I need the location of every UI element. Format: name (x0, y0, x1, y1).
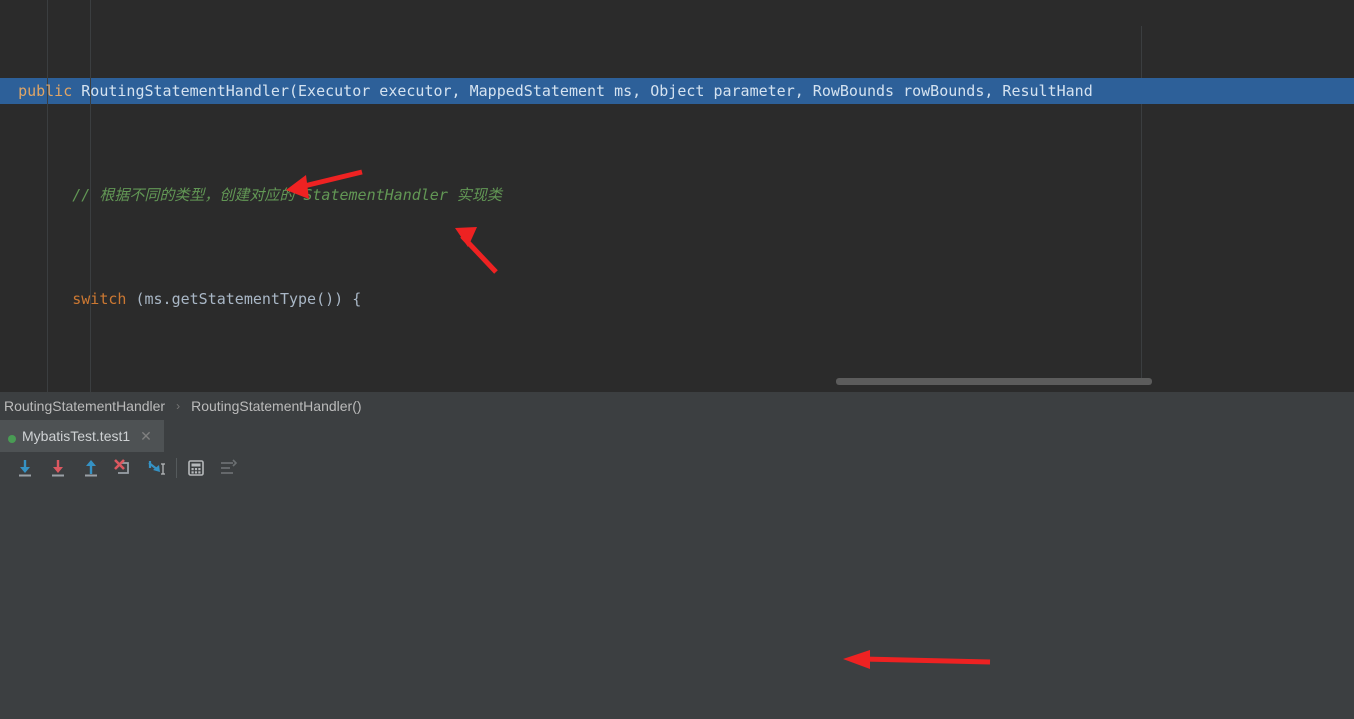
close-icon[interactable]: ✕ (140, 428, 152, 445)
constructor-params: (Executor executor, MappedStatement ms, … (289, 82, 1093, 100)
breadcrumb: RoutingStatementHandler › RoutingStateme… (0, 392, 1354, 420)
code-editor[interactable]: public RoutingStatementHandler(Executor … (0, 0, 1354, 392)
line-comment: // 根据不同的类型，创建对应的 StatementHandler 实现类 (72, 186, 502, 204)
run-tab-mybatis-test[interactable]: MybatisTest.test1 ✕ (0, 420, 164, 452)
step-into-icon[interactable] (47, 457, 69, 479)
ide-window: public RoutingStatementHandler(Executor … (0, 0, 1354, 719)
toolbar-separator-1 (176, 458, 177, 478)
run-to-cursor-icon[interactable] (145, 457, 167, 479)
evaluate-expression-icon[interactable] (185, 457, 207, 479)
kw-switch: switch (72, 290, 127, 308)
kw-public: public (18, 82, 73, 100)
show-execution-point-icon[interactable] (217, 457, 239, 479)
debugger-toolbar (0, 452, 1354, 484)
code-content: public RoutingStatementHandler(Executor … (0, 0, 1354, 392)
editor-horizontal-scrollbar[interactable] (836, 378, 1152, 385)
run-tab-label: MybatisTest.test1 (22, 428, 131, 444)
code-line-3[interactable]: switch (ms.getStatementType()) { (0, 286, 1354, 312)
breadcrumb-separator: › (176, 399, 181, 413)
run-tab-bar: MybatisTest.test1 ✕ (0, 420, 1354, 453)
step-out-icon[interactable] (80, 457, 102, 479)
code-line-1[interactable]: public RoutingStatementHandler(Executor … (0, 78, 1354, 104)
breadcrumb-item-class[interactable]: RoutingStatementHandler (2, 398, 167, 414)
breadcrumb-item-method[interactable]: RoutingStatementHandler() (189, 398, 363, 414)
switch-expression: (ms.getStatementType()) { (135, 290, 362, 308)
force-step-into-icon[interactable] (112, 457, 134, 479)
run-status-dot-icon (8, 435, 16, 443)
debugger-lower-area: es →" Threads →" (0, 484, 1354, 719)
step-over-icon[interactable] (14, 457, 36, 479)
constructor-name: RoutingStatementHandler (81, 82, 289, 100)
code-line-2[interactable]: // 根据不同的类型，创建对应的 StatementHandler 实现类 (0, 182, 1354, 208)
